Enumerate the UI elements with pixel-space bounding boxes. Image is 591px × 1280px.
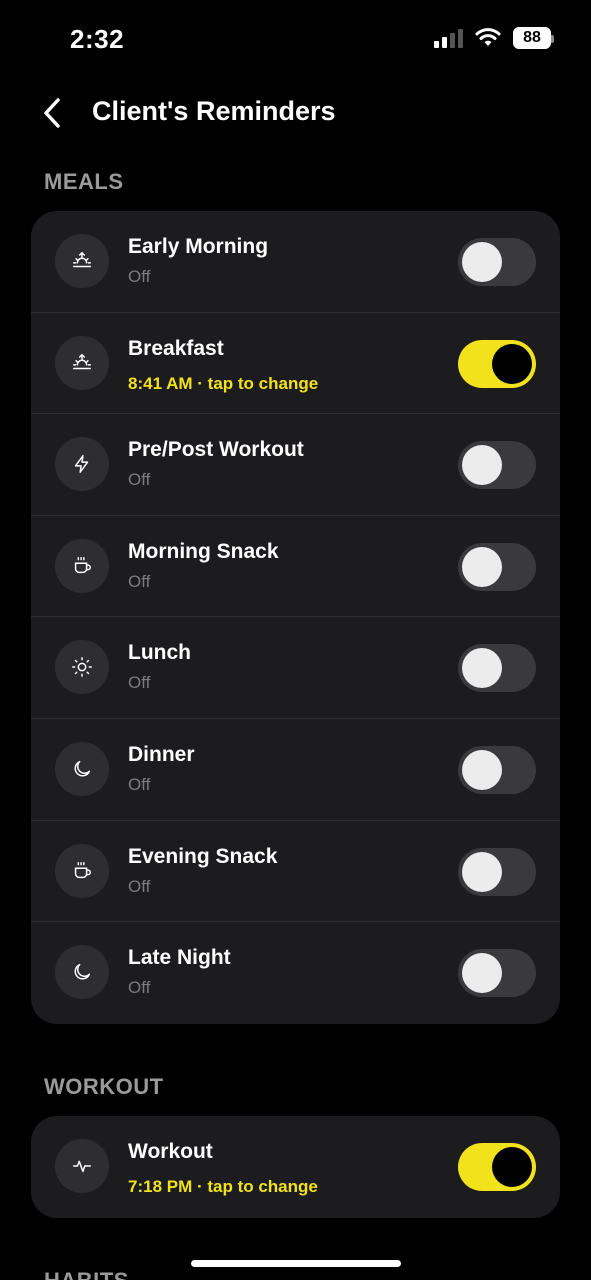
reminder-title: Workout xyxy=(128,1140,213,1163)
reminder-title: Dinner xyxy=(128,742,195,766)
header: Client's Reminders xyxy=(0,86,591,140)
reminder-title: Early Morning xyxy=(128,235,269,258)
reminder-row-breakfast[interactable]: Breakfast 8:41 AM · tap to change xyxy=(31,313,560,415)
toggle-knob xyxy=(462,242,502,282)
reminder-row-early-morning[interactable]: Early Morning Off xyxy=(31,211,560,313)
reminder-status: Off xyxy=(128,673,151,693)
toggle-knob xyxy=(462,546,502,587)
wifi-icon xyxy=(475,28,501,46)
reminder-row-lunch[interactable]: Lunch Off xyxy=(31,617,560,719)
toggle-knob xyxy=(492,343,532,384)
reminder-toggle-late-night[interactable] xyxy=(458,949,536,998)
moon-icon xyxy=(55,945,109,1000)
reminder-toggle-breakfast[interactable] xyxy=(458,339,536,388)
toggle-knob xyxy=(492,1147,532,1187)
sunrise-icon xyxy=(55,234,109,288)
home-indicator[interactable] xyxy=(191,1260,401,1267)
toggle-knob xyxy=(462,749,502,790)
toggle-knob xyxy=(462,953,502,994)
toggle-knob xyxy=(462,445,502,486)
activity-icon xyxy=(55,1139,109,1193)
cellular-signal-icon xyxy=(434,28,463,48)
reminder-row-workout[interactable]: Workout 7:18 PM · tap to change xyxy=(31,1116,560,1218)
reminder-row-pre-post-workout[interactable]: Pre/Post Workout Off xyxy=(31,414,560,516)
back-chevron-icon[interactable] xyxy=(38,94,68,132)
sun-icon xyxy=(55,640,109,695)
reminder-status: Off xyxy=(128,774,151,794)
reminder-title: Evening Snack xyxy=(128,844,278,868)
reminder-toggle-early-morning[interactable] xyxy=(458,238,536,286)
habits-section-peek: HABITS xyxy=(0,1268,591,1280)
reminder-status: Off xyxy=(128,876,151,896)
section-title-workout: WORKOUT xyxy=(44,1074,164,1099)
meals-card: Early Morning Off Breakfast 8:41 AM · tap t… xyxy=(31,211,560,1024)
reminder-toggle-morning-snack[interactable] xyxy=(458,542,536,591)
reminder-time-link[interactable]: 7:18 PM · tap to change xyxy=(128,1177,318,1197)
reminder-title: Late Night xyxy=(128,946,231,970)
coffee-cup-icon xyxy=(55,538,109,593)
reminder-toggle-dinner[interactable] xyxy=(458,745,536,794)
status-time: 2:32 xyxy=(70,24,125,54)
toggle-knob xyxy=(462,851,502,892)
battery-indicator: 88 xyxy=(513,27,554,49)
sunrise-icon xyxy=(55,335,109,390)
reminder-status: Off xyxy=(128,470,151,490)
reminder-title: Pre/Post Workout xyxy=(128,438,304,462)
reminder-toggle-evening-snack[interactable] xyxy=(458,847,536,896)
section-title-meals: MEALS xyxy=(44,169,124,194)
coffee-cup-icon xyxy=(55,843,109,898)
moon-icon xyxy=(55,741,109,796)
status-bar: 2:32 88 xyxy=(0,0,591,80)
reminder-status: Off xyxy=(128,978,151,998)
reminder-toggle-pre-post-workout[interactable] xyxy=(458,441,536,490)
reminder-title: Lunch xyxy=(128,641,191,665)
reminder-status: Off xyxy=(128,267,151,286)
reminder-toggle-workout[interactable] xyxy=(458,1143,536,1191)
reminder-title: Morning Snack xyxy=(128,539,279,563)
reminder-row-late-night[interactable]: Late Night Off xyxy=(31,922,560,1024)
reminder-row-morning-snack[interactable]: Morning Snack Off xyxy=(31,516,560,618)
lightning-icon xyxy=(55,437,109,492)
reminder-row-evening-snack[interactable]: Evening Snack Off xyxy=(31,821,560,923)
section-title-habits: HABITS xyxy=(44,1268,129,1280)
reminder-status: Off xyxy=(128,571,151,591)
reminder-row-dinner[interactable]: Dinner Off xyxy=(31,719,560,821)
toggle-knob xyxy=(462,648,502,689)
reminder-time-link[interactable]: 8:41 AM · tap to change xyxy=(128,374,318,394)
reminder-title: Breakfast xyxy=(128,336,224,360)
status-icons: 88 xyxy=(434,27,554,49)
page-title: Client's Reminders xyxy=(92,96,336,126)
workout-card: Workout 7:18 PM · tap to change xyxy=(31,1116,560,1218)
reminder-toggle-lunch[interactable] xyxy=(458,644,536,693)
